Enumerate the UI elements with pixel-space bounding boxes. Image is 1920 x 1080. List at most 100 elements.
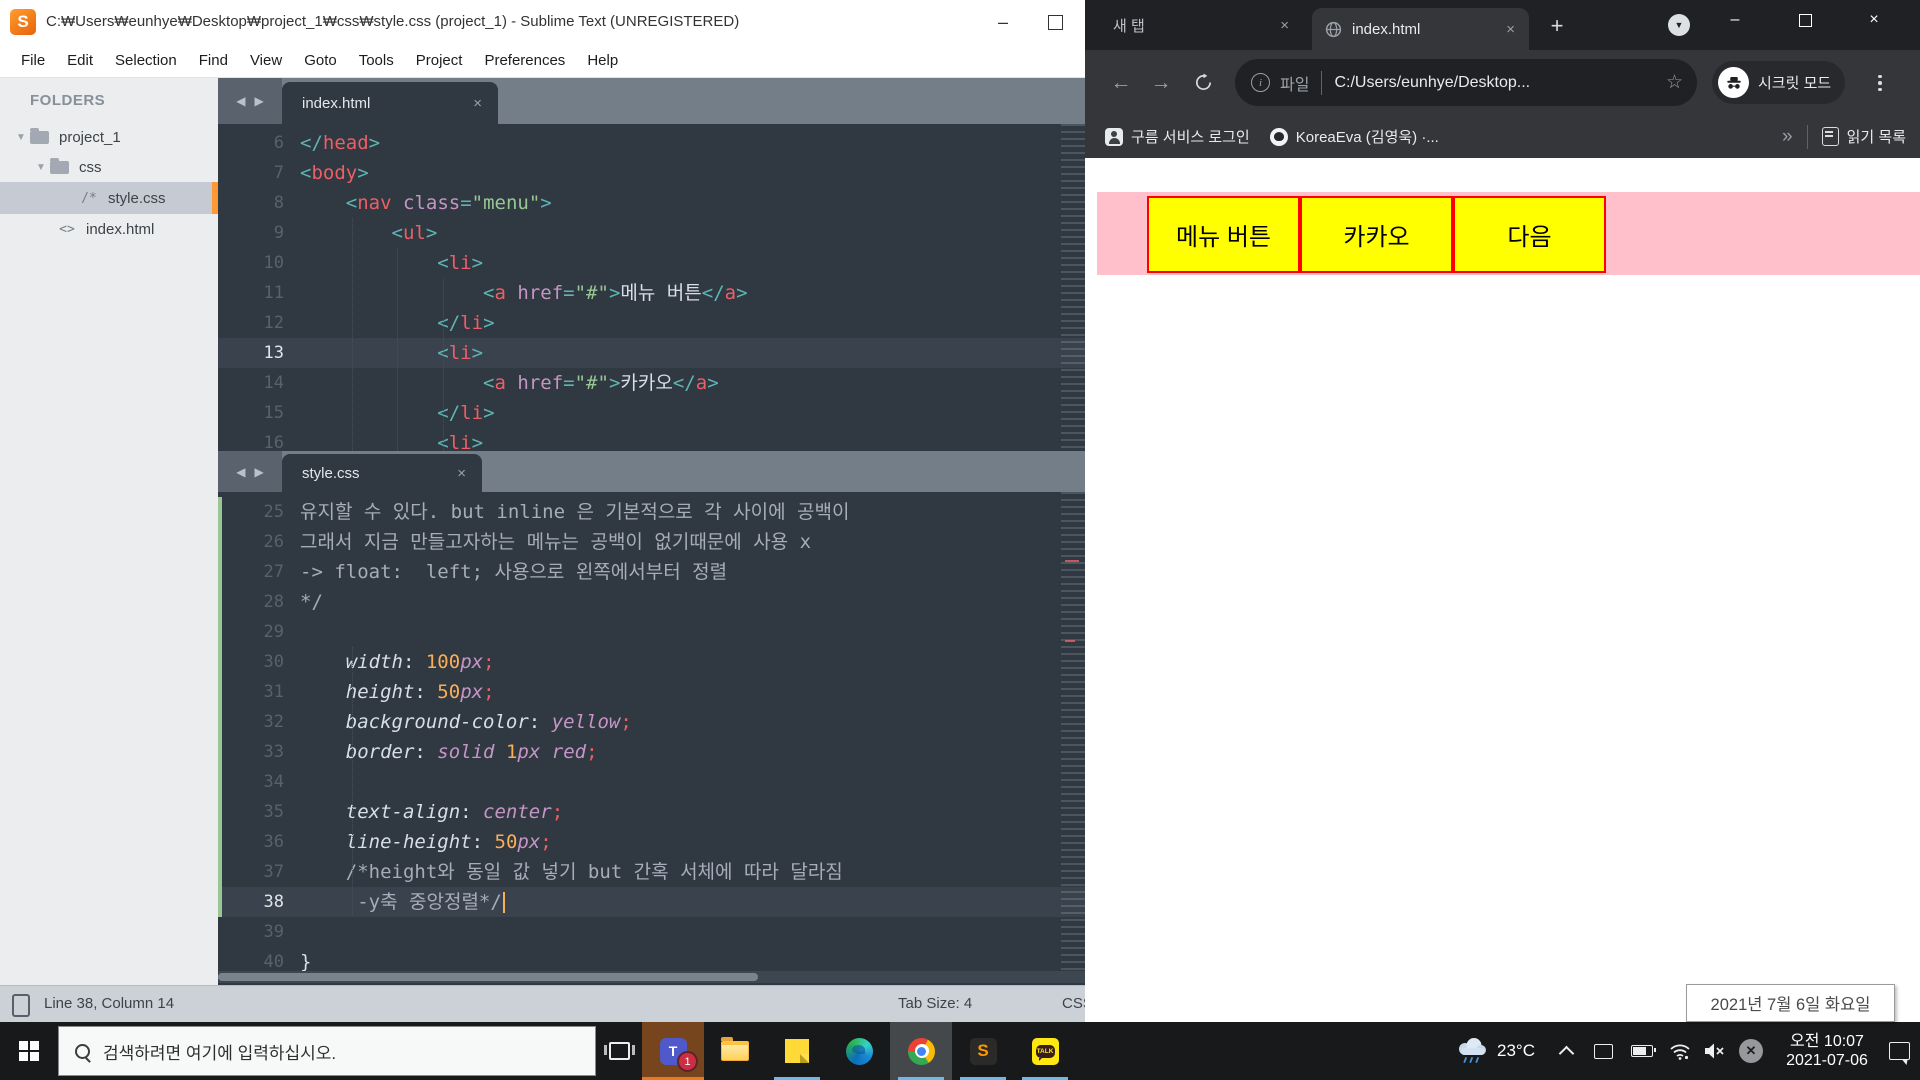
code-line[interactable]: 34	[218, 767, 1085, 797]
code-line[interactable]: 30 width: 100px;	[218, 647, 1085, 677]
browser-menu-icon[interactable]	[1871, 70, 1889, 96]
close-icon[interactable]: ×	[473, 95, 498, 112]
code-line[interactable]: 15 </li>	[218, 398, 1085, 428]
code-line[interactable]: 33 border: solid 1px red;	[218, 737, 1085, 767]
chevron-down-icon[interactable]: ▼	[36, 162, 50, 173]
bookmarks-overflow-icon[interactable]: »	[1782, 126, 1793, 148]
tree-item-index-html[interactable]: <> index.html	[0, 214, 218, 244]
close-icon[interactable]: ×	[457, 465, 482, 482]
close-icon[interactable]: ×	[1280, 17, 1303, 34]
task-view-button[interactable]	[596, 1022, 642, 1080]
page-menu-button[interactable]: 카카오	[1300, 196, 1453, 273]
menu-item[interactable]: Project	[405, 52, 474, 69]
taskbar-app-teams[interactable]: T 1	[642, 1022, 704, 1080]
code-line[interactable]: 39	[218, 917, 1085, 947]
code-line[interactable]: 29	[218, 617, 1085, 647]
info-icon[interactable]: i	[1251, 73, 1270, 92]
menu-item[interactable]: Selection	[104, 52, 188, 69]
close-icon[interactable]: ×	[1506, 21, 1529, 38]
tab-size-indicator[interactable]: Tab Size: 4	[898, 995, 972, 1012]
code-line[interactable]: 38 -y축 중앙정렬*/	[218, 887, 1085, 917]
new-tab-button[interactable]: +	[1543, 12, 1571, 40]
page-menu-button[interactable]: 메뉴 버튼	[1147, 196, 1300, 273]
scrollbar-thumb[interactable]	[218, 973, 758, 981]
code-line[interactable]: 31 height: 50px;	[218, 677, 1085, 707]
code-line[interactable]: 36 line-height: 50px;	[218, 827, 1085, 857]
action-center-icon[interactable]	[1889, 1042, 1910, 1060]
code-line[interactable]: 37 /*height와 동일 값 넣기 but 간혹 서체에 따라 달라짐	[218, 857, 1085, 887]
code-line[interactable]: 35 text-align: center;	[218, 797, 1085, 827]
prev-tab-icon[interactable]: ◀	[236, 94, 245, 108]
editor-index-html[interactable]: 6</head>7<body>8 <nav class="menu">9 <ul…	[218, 124, 1085, 455]
menu-item[interactable]: Preferences	[473, 52, 576, 69]
tab-index-html[interactable]: index.html ×	[1312, 8, 1529, 50]
battery-icon[interactable]	[1631, 1045, 1653, 1057]
bookmark-star-icon[interactable]: ☆	[1666, 71, 1683, 94]
code-line[interactable]: 6</head>	[218, 128, 1085, 158]
back-icon[interactable]: ←	[1103, 50, 1139, 115]
taskbar-app-edge[interactable]	[828, 1022, 890, 1080]
pane-nav-arrows[interactable]: ◀ ▶	[218, 451, 282, 492]
disabled-status-icon[interactable]: ✕	[1739, 1039, 1763, 1063]
tab-new-tab[interactable]: 새 탭 ×	[1093, 0, 1303, 50]
syntax-indicator[interactable]: CSS	[1062, 995, 1085, 1012]
tab-search-button[interactable]: ▼	[1668, 14, 1690, 36]
tab-style-css[interactable]: style.css ×	[282, 454, 482, 492]
minimize-button[interactable]: –	[985, 0, 1021, 44]
tree-item-style-css[interactable]: /* style.css	[0, 182, 218, 214]
code-line[interactable]: 25유지할 수 있다. but inline 은 기본적으로 각 사이에 공백이	[218, 497, 1085, 527]
weather-rain-icon[interactable]	[1455, 1037, 1489, 1065]
code-line[interactable]: 27-> float: left; 사용으로 왼쪽에서부터 정렬	[218, 557, 1085, 587]
maximize-button[interactable]	[1048, 15, 1063, 30]
menu-item[interactable]: Help	[576, 52, 629, 69]
maximize-button[interactable]	[1788, 0, 1822, 40]
code-line[interactable]: 12 </li>	[218, 308, 1085, 338]
wifi-icon[interactable]	[1669, 1042, 1691, 1060]
rotation-lock-icon[interactable]	[1594, 1044, 1613, 1059]
minimap-top[interactable]	[1061, 124, 1085, 451]
close-button[interactable]: ×	[1857, 0, 1891, 40]
prev-tab-icon[interactable]: ◀	[236, 465, 245, 479]
bookmark-cloud-login[interactable]: 구름 서비스 로그인	[1105, 126, 1250, 147]
tree-item-css-folder[interactable]: ▼ css	[0, 152, 218, 182]
forward-icon[interactable]: →	[1143, 50, 1179, 115]
taskbar-clock[interactable]: 오전 10:07 2021-07-06	[1779, 1032, 1875, 1070]
code-line[interactable]: 13 <li>	[218, 338, 1085, 368]
taskbar-search-box[interactable]: 검색하려면 여기에 입력하십시오.	[58, 1026, 596, 1076]
hidden-icons-chevron[interactable]	[1559, 1045, 1575, 1061]
code-line[interactable]: 8 <nav class="menu">	[218, 188, 1085, 218]
next-tab-icon[interactable]: ▶	[255, 465, 264, 479]
code-line[interactable]: 7<body>	[218, 158, 1085, 188]
chevron-down-icon[interactable]: ▼	[16, 132, 30, 143]
taskbar-app-kakaotalk[interactable]: TALK	[1014, 1022, 1076, 1080]
address-bar[interactable]: i 파일 C:/Users/eunhye/Desktop... ☆	[1235, 59, 1697, 106]
horizontal-scrollbar[interactable]	[218, 971, 1085, 983]
menu-item[interactable]: Tools	[348, 52, 405, 69]
code-line[interactable]: 9 <ul>	[218, 218, 1085, 248]
editor-style-css[interactable]: 25유지할 수 있다. but inline 은 기본적으로 각 사이에 공백이…	[218, 492, 1085, 983]
next-tab-icon[interactable]: ▶	[255, 94, 264, 108]
reload-icon[interactable]	[1185, 50, 1221, 115]
tree-item-project-1[interactable]: ▼ project_1	[0, 122, 218, 152]
minimize-button[interactable]: –	[1718, 0, 1752, 40]
taskbar-app-sticky-notes[interactable]	[766, 1022, 828, 1080]
menu-item[interactable]: Find	[188, 52, 239, 69]
taskbar-app-file-explorer[interactable]	[704, 1022, 766, 1080]
menu-item[interactable]: Goto	[293, 52, 348, 69]
code-line[interactable]: 10 <li>	[218, 248, 1085, 278]
volume-muted-icon[interactable]	[1703, 1042, 1725, 1060]
code-line[interactable]: 32 background-color: yellow;	[218, 707, 1085, 737]
taskbar-app-chrome[interactable]	[890, 1022, 952, 1080]
pane-nav-arrows[interactable]: ◀ ▶	[218, 78, 282, 124]
menu-item[interactable]: View	[239, 52, 293, 69]
code-line[interactable]: 26그래서 지금 만들고자하는 메뉴는 공백이 없기때문에 사용 x	[218, 527, 1085, 557]
menu-item[interactable]: Edit	[56, 52, 104, 69]
code-line[interactable]: 14 <a href="#">카카오</a>	[218, 368, 1085, 398]
reading-list-button[interactable]: 읽기 목록	[1847, 126, 1906, 147]
taskbar-app-sublime[interactable]: S	[952, 1022, 1014, 1080]
code-line[interactable]: 28*/	[218, 587, 1085, 617]
minimap-bottom[interactable]	[1061, 492, 1085, 971]
page-menu-button[interactable]: 다음	[1453, 196, 1606, 273]
code-line[interactable]: 11 <a href="#">메뉴 버튼</a>	[218, 278, 1085, 308]
tab-index-html[interactable]: index.html ×	[282, 82, 498, 124]
